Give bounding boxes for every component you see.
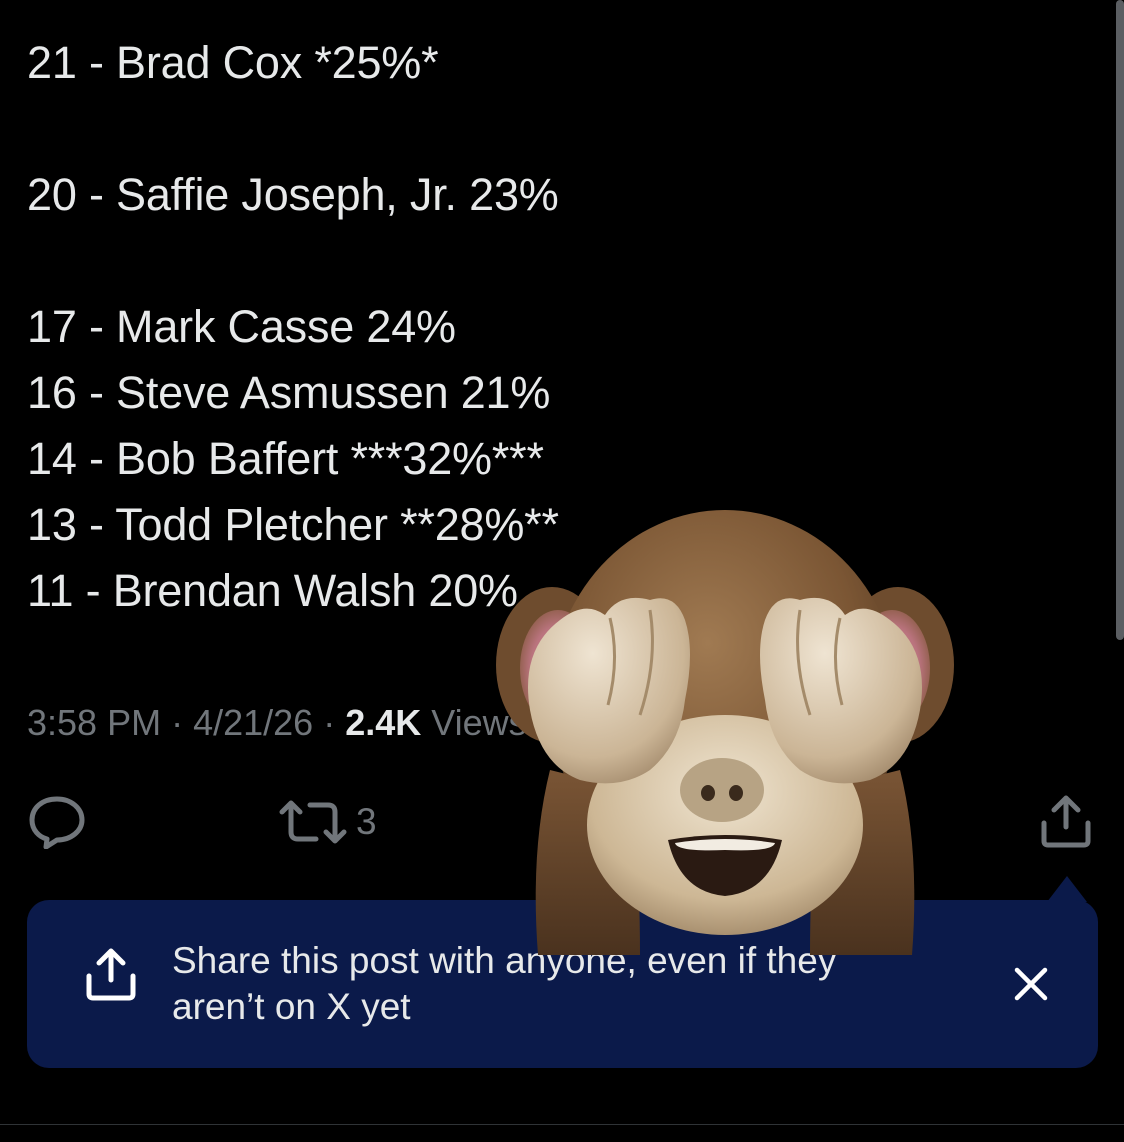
divider — [0, 1124, 1124, 1125]
reply-icon — [29, 796, 85, 849]
toast-pointer — [1047, 876, 1087, 902]
share-icon — [86, 948, 136, 1001]
post-date[interactable]: 4/21/26 — [193, 702, 313, 743]
see-no-evil-monkey-icon — [496, 510, 954, 955]
post-line: 16 - Steve Asmussen 21% — [27, 367, 551, 418]
post-metadata: 3:58 PM · 4/21/26 · 2.4K Views — [27, 700, 527, 746]
views-count[interactable]: 2.4K — [345, 702, 421, 743]
repost-button[interactable]: 3 — [276, 800, 377, 844]
post-line: 17 - Mark Casse 24% — [27, 301, 456, 352]
scrollbar-thumb[interactable] — [1116, 0, 1124, 640]
reply-button[interactable] — [28, 795, 86, 849]
toast-close-button[interactable] — [1011, 964, 1051, 1009]
repost-icon — [279, 800, 347, 844]
post-line: 14 - Bob Baffert ***32%*** — [27, 433, 544, 484]
scrollbar[interactable] — [1114, 0, 1124, 640]
share-icon — [1041, 795, 1091, 848]
repost-count: 3 — [356, 801, 377, 842]
share-button[interactable] — [1038, 793, 1094, 849]
meta-separator: · — [313, 702, 346, 743]
post-time[interactable]: 3:58 PM — [27, 702, 161, 743]
post-line: 20 - Saffie Joseph, Jr. 23% — [27, 169, 559, 220]
meta-separator: · — [161, 702, 194, 743]
close-icon — [1014, 967, 1048, 1001]
toast-share-icon-wrap — [83, 946, 139, 1007]
post-line: 21 - Brad Cox *25%* — [27, 37, 439, 88]
